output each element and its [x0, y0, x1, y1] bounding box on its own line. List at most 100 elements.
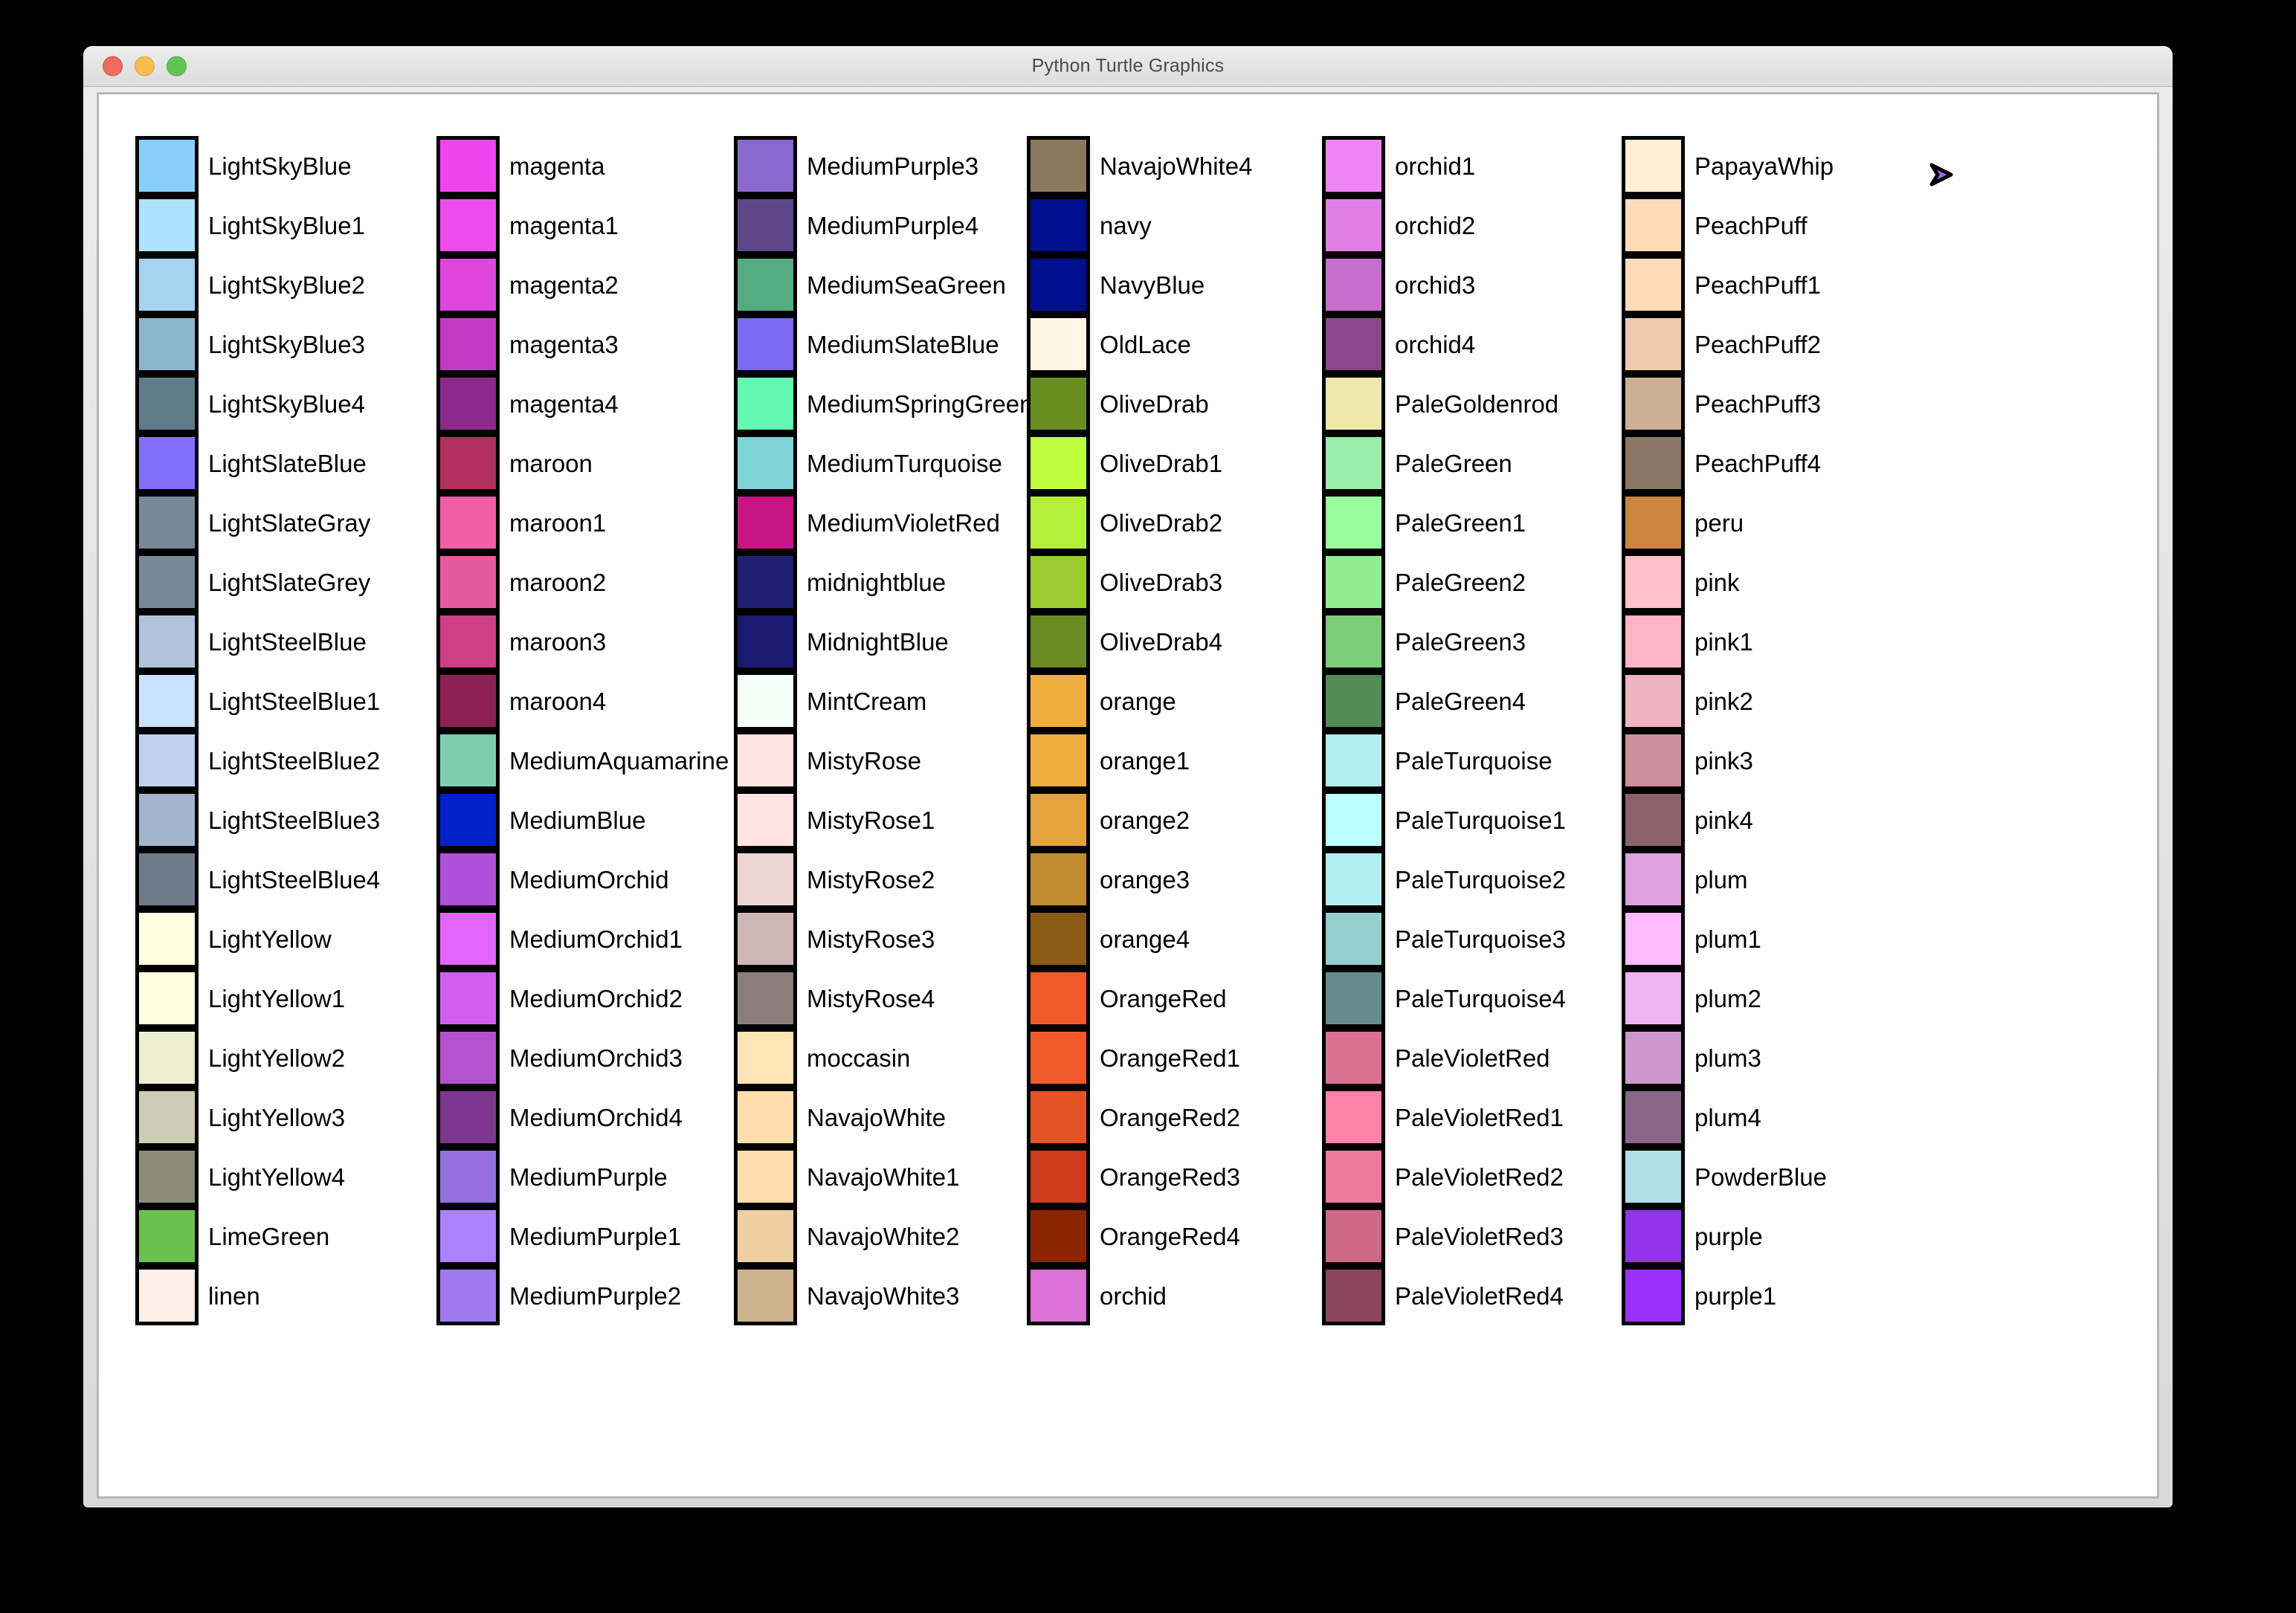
color-entry: midnightblue [734, 552, 946, 612]
color-entry: MistyRose1 [734, 790, 935, 850]
color-name-label: pink4 [1694, 806, 1753, 834]
color-entry: magenta [436, 136, 604, 195]
color-entry: PaleTurquoise2 [1322, 850, 1566, 909]
color-name-label: MediumSlateBlue [807, 330, 999, 358]
color-name-label: LightSkyBlue2 [208, 271, 365, 299]
color-swatch [436, 552, 500, 612]
color-swatch [436, 790, 500, 850]
color-swatch [436, 671, 500, 731]
color-name-label: plum2 [1694, 984, 1761, 1012]
color-name-label: PaleVioletRed [1395, 1044, 1550, 1072]
color-swatch [1322, 552, 1385, 612]
color-name-label: PaleGreen1 [1395, 508, 1526, 537]
color-swatch [1622, 255, 1685, 314]
color-name-label: LightSteelBlue1 [208, 687, 381, 715]
color-name-label: MintCream [807, 687, 927, 715]
color-entry: NavajoWhite3 [734, 1266, 959, 1325]
color-name-label: orange [1100, 687, 1176, 715]
turtle-canvas-frame: LightSkyBlue LightSkyBlue1 LightSkyBlue2 Li… [97, 92, 2159, 1499]
color-name-label: LightSkyBlue1 [208, 211, 365, 239]
color-name-label: MediumSeaGreen [807, 271, 1006, 299]
turtle-canvas[interactable]: LightSkyBlue LightSkyBlue1 LightSkyBlue2 Li… [99, 94, 2157, 1496]
color-name-label: orange3 [1100, 865, 1190, 893]
color-swatch [1622, 1206, 1685, 1266]
color-swatch [135, 850, 199, 909]
color-entry: MediumPurple [436, 1147, 668, 1206]
color-swatch [1322, 195, 1385, 255]
color-entry: PaleVioletRed1 [1322, 1087, 1564, 1147]
color-entry: PeachPuff4 [1622, 433, 1821, 493]
color-swatch [734, 255, 797, 314]
color-swatch [1027, 255, 1090, 314]
color-swatch [1322, 850, 1385, 909]
color-swatch [1622, 314, 1685, 374]
color-name-label: PaleGreen4 [1395, 687, 1526, 715]
color-name-label: PaleVioletRed1 [1395, 1103, 1564, 1131]
color-swatch [1322, 433, 1385, 493]
color-swatch [1027, 1028, 1090, 1087]
color-name-label: LightYellow1 [208, 984, 346, 1012]
color-name-label: MediumPurple [509, 1163, 668, 1191]
color-swatch [1322, 255, 1385, 314]
color-swatch [1322, 493, 1385, 552]
color-swatch [1622, 552, 1685, 612]
window-titlebar: Python Turtle Graphics [83, 46, 2173, 87]
color-name-label: PeachPuff2 [1694, 330, 1822, 358]
color-entry: maroon3 [436, 612, 606, 671]
color-entry: LightYellow1 [135, 969, 345, 1028]
color-entry: OliveDrab [1027, 374, 1209, 433]
color-swatch [436, 136, 500, 195]
color-name-label: PeachPuff1 [1694, 271, 1822, 299]
color-swatch [1622, 1028, 1685, 1087]
color-entry: LightSkyBlue [135, 136, 352, 195]
color-entry: LightYellow2 [135, 1028, 345, 1087]
color-swatch [1622, 790, 1685, 850]
color-swatch [734, 850, 797, 909]
color-entry: PeachPuff1 [1622, 255, 1821, 314]
color-entry: OrangeRed [1027, 969, 1227, 1028]
color-entry: PapayaWhip [1622, 136, 1834, 195]
color-entry: OrangeRed2 [1027, 1087, 1240, 1147]
color-name-label: OliveDrab4 [1100, 627, 1223, 656]
color-entry: purple [1622, 1206, 1763, 1266]
color-entry: PaleGreen [1322, 433, 1512, 493]
color-swatch [1622, 493, 1685, 552]
color-swatch [734, 731, 797, 790]
color-swatch [1622, 612, 1685, 671]
color-name-label: NavyBlue [1100, 271, 1205, 299]
color-entry: MediumPurple3 [734, 136, 978, 195]
color-name-label: orchid4 [1395, 330, 1476, 358]
color-swatch [135, 909, 199, 969]
color-entry: plum3 [1622, 1028, 1761, 1087]
color-swatch [734, 493, 797, 552]
color-swatch [734, 136, 797, 195]
color-swatch [734, 790, 797, 850]
color-entry: MediumOrchid3 [436, 1028, 683, 1087]
color-name-label: plum1 [1694, 925, 1761, 953]
color-swatch [436, 314, 500, 374]
color-swatch [1622, 1147, 1685, 1206]
color-entry: LightSteelBlue4 [135, 850, 380, 909]
color-entry: PeachPuff2 [1622, 314, 1821, 374]
color-entry: LightSkyBlue3 [135, 314, 365, 374]
color-name-label: purple [1694, 1222, 1763, 1250]
color-entry: MediumSpringGreen [734, 374, 1033, 433]
color-entry: PaleVioletRed [1322, 1028, 1550, 1087]
color-swatch [1027, 195, 1090, 255]
color-name-label: peru [1694, 508, 1744, 537]
color-entry: peru [1622, 493, 1744, 552]
color-swatch [1027, 374, 1090, 433]
color-swatch [1322, 909, 1385, 969]
color-swatch [1027, 552, 1090, 612]
color-entry: PaleVioletRed4 [1322, 1266, 1564, 1325]
color-name-label: MediumPurple2 [509, 1281, 682, 1310]
color-swatch [1027, 493, 1090, 552]
color-swatch [1027, 433, 1090, 493]
color-name-label: PeachPuff3 [1694, 389, 1822, 418]
color-entry: MidnightBlue [734, 612, 949, 671]
color-entry: navy [1027, 195, 1152, 255]
color-name-label: maroon3 [509, 627, 607, 656]
color-entry: orange2 [1027, 790, 1190, 850]
color-swatch [135, 731, 199, 790]
color-swatch [1322, 790, 1385, 850]
